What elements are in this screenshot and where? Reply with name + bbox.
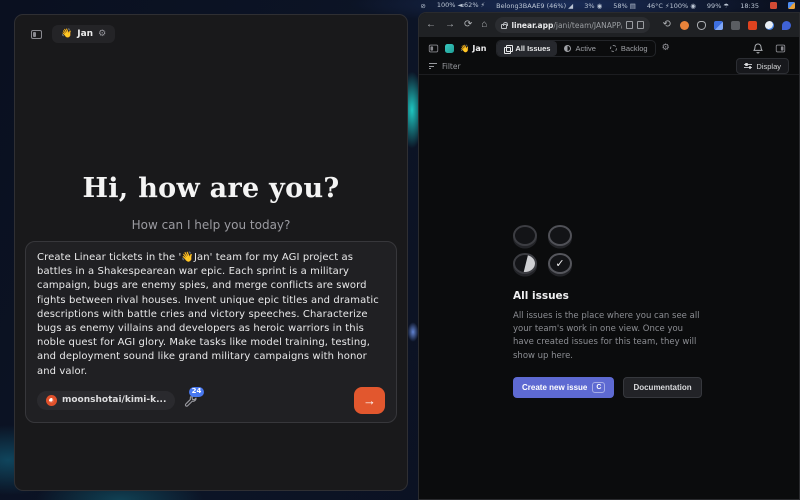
model-selector[interactable]: moonshotai/kimi-k...	[37, 391, 175, 410]
linear-sidebar-toggle-icon[interactable]	[429, 44, 438, 52]
model-name: moonshotai/kimi-k...	[62, 395, 166, 405]
page-url: linear.app/jani/team/JANAPP/all	[511, 21, 622, 30]
empty-state-actions: Create new issue C Documentation	[513, 377, 705, 398]
jan-header: 👋 Jan ⚙	[15, 15, 407, 43]
done-check-icon: ✓	[548, 253, 572, 274]
moonshot-logo-icon	[46, 395, 57, 406]
greeting-subtitle: How can I help you today?	[15, 218, 407, 232]
display-button[interactable]: Display	[736, 58, 789, 74]
tab-backlog-label: Backlog	[621, 44, 648, 53]
filter-button[interactable]: Filter	[429, 62, 461, 71]
tools-button[interactable]: 24	[184, 393, 200, 407]
humidity-status: 99% ☂	[707, 2, 729, 10]
create-new-issue-button[interactable]: Create new issue C	[513, 377, 614, 398]
thread-team-chip[interactable]: 👋 Jan ⚙	[52, 25, 115, 43]
right-panel-toggle-icon[interactable]	[776, 44, 785, 52]
half-filled-circle-icon	[513, 253, 537, 274]
memory-status: 58% ▤	[613, 2, 636, 10]
reader-mode-icon[interactable]	[637, 21, 644, 29]
flag-extension-icon[interactable]	[714, 21, 723, 30]
url-path: /jani/team/JANAPP/all	[553, 21, 622, 30]
shortcut-badge: C	[592, 382, 605, 393]
dnd-icon: ⊘	[420, 2, 425, 10]
red-extension-icon[interactable]	[748, 21, 757, 30]
status-coins-illustration: ✓	[513, 225, 705, 274]
display-sliders-icon	[744, 64, 752, 68]
tray-apps-icon[interactable]	[788, 2, 795, 9]
clock: 18:35	[740, 2, 759, 10]
filter-bar: Filter Display	[419, 58, 799, 75]
team-name: 👋 Jan	[460, 44, 486, 53]
browser-toolbar: ← → ⟳ ⌂ linear.app/jani/team/JANAPP/all …	[419, 13, 799, 37]
tray-mail-icon[interactable]	[770, 2, 777, 9]
gray-extension-icon[interactable]	[731, 21, 740, 30]
thread-title: Jan	[77, 29, 93, 39]
send-arrow-icon: →	[363, 393, 376, 408]
send-button[interactable]: →	[354, 387, 385, 414]
volume-brightness-status: 100% ◄᎓62% ⚡	[437, 1, 485, 10]
filter-label: Filter	[442, 62, 461, 71]
drop-extension-icon[interactable]	[782, 21, 791, 30]
view-settings-icon[interactable]: ⚙	[662, 44, 670, 53]
todo-circle-icon	[513, 225, 537, 246]
view-tabs: All Issues Active Backlog	[496, 40, 655, 57]
tools-count-badge: 24	[189, 387, 205, 397]
cpu-status: 3% ◉	[584, 2, 602, 10]
linear-header-right	[753, 43, 790, 54]
greeting-block: Hi, how are you? How can I help you toda…	[15, 173, 407, 232]
bookmark-page-icon[interactable]	[626, 21, 633, 29]
documentation-button[interactable]: Documentation	[623, 377, 701, 398]
system-status-bar: ⊘ 100% ◄᎓62% ⚡ Belong3BAAE9 (46%) ◢ 3% ◉…	[420, 0, 800, 11]
lock-icon	[501, 24, 507, 29]
empty-state-title: All issues	[513, 290, 705, 302]
filter-icon	[429, 63, 437, 69]
round-extension-icon[interactable]	[765, 21, 774, 30]
empty-state-description: All issues is the place where you can se…	[513, 310, 705, 363]
jan-app-window: 👋 Jan ⚙ Hi, how are you? How can I help …	[14, 14, 408, 491]
composer-toolbar: moonshotai/kimi-k... 24 →	[37, 387, 385, 414]
linear-page: 👋 Jan All Issues Active Backlog ⚙	[419, 37, 799, 499]
all-issues-icon	[504, 45, 511, 52]
tab-all-issues[interactable]: All Issues	[497, 41, 557, 56]
wifi-network-status: Belong3BAAE9 (46%) ◢	[496, 2, 573, 10]
linear-header: 👋 Jan All Issues Active Backlog ⚙	[419, 40, 799, 56]
forward-button[interactable]: →	[444, 20, 456, 30]
tab-active-label: Active	[575, 44, 595, 53]
progress-circle-icon	[548, 225, 572, 246]
orange-extension-icon[interactable]	[680, 21, 689, 30]
wave-emoji-icon: 👋	[61, 29, 72, 39]
address-bar[interactable]: linear.app/jani/team/JANAPP/all	[495, 17, 650, 33]
chat-composer[interactable]: Create Linear tickets in the '👋Jan' team…	[25, 241, 397, 423]
display-label: Display	[756, 62, 781, 71]
sync-extension-icon[interactable]: ⟲	[661, 20, 671, 30]
greeting-title: Hi, how are you?	[15, 173, 407, 204]
tab-active[interactable]: Active	[557, 41, 602, 56]
sidebar-toggle-icon[interactable]	[31, 30, 42, 39]
thread-settings-icon[interactable]: ⚙	[98, 30, 106, 39]
backlog-status-icon	[610, 45, 617, 52]
back-button[interactable]: ←	[425, 20, 437, 30]
workspace-avatar[interactable]	[445, 44, 454, 53]
all-issues-empty-state: ✓ All issues All issues is the place whe…	[513, 225, 705, 398]
notifications-bell-icon[interactable]	[753, 43, 763, 54]
create-new-issue-label: Create new issue	[522, 383, 587, 392]
team-wave-emoji-icon: 👋	[460, 44, 469, 53]
url-host: linear.app	[511, 21, 553, 30]
team-name-label: Jan	[472, 44, 486, 53]
tab-backlog[interactable]: Backlog	[603, 41, 655, 56]
reload-button[interactable]: ⟳	[463, 20, 473, 30]
home-button[interactable]: ⌂	[480, 20, 488, 30]
active-status-icon	[564, 45, 571, 52]
browser-window: ← → ⟳ ⌂ linear.app/jani/team/JANAPP/all …	[418, 12, 800, 500]
extensions-tray: ⟲ ⋯	[661, 20, 800, 30]
chat-input-text[interactable]: Create Linear tickets in the '👋Jan' team…	[37, 251, 385, 379]
cloud-extension-icon[interactable]	[697, 21, 706, 30]
temperature-battery-status: 46°C ⚡100% ◉	[647, 2, 696, 10]
tab-all-issues-label: All Issues	[515, 44, 550, 53]
